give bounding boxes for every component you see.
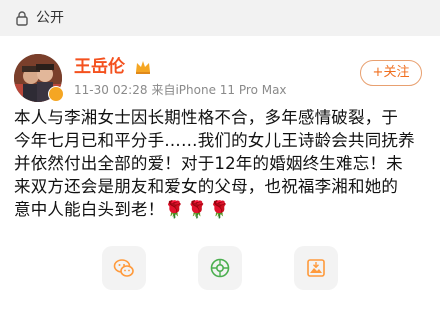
post-source: 来自iPhone 11 Pro Max	[151, 83, 287, 97]
crown-icon	[136, 61, 150, 74]
post-line: 来双方还会是朋友和爱女的父母，也祝福李湘和她的	[14, 177, 399, 196]
post-date: 11-30	[74, 83, 109, 97]
post-line: 并依然付出全部的爱！对于12年的婚姻终生难忘！未	[14, 154, 403, 173]
post-line-last: 意中人能白头到老！🌹🌹🌹	[14, 198, 426, 221]
post-line-text: 意中人能白头到老！	[14, 200, 165, 219]
save-image-icon	[307, 259, 325, 277]
share-wechat-button[interactable]	[102, 246, 146, 290]
follow-button[interactable]: +关注	[360, 60, 422, 86]
rose-emoji: 🌹🌹🌹	[164, 200, 232, 219]
moments-icon	[210, 258, 230, 278]
lock-icon	[16, 11, 28, 26]
post-meta: 11-30 02:28 来自iPhone 11 Pro Max	[74, 82, 291, 98]
post-line: 今年七月已和平分手……我们的女儿王诗龄会共同抚养	[14, 131, 415, 150]
visibility-label: 公开	[36, 10, 64, 26]
visibility-bar: 公开	[0, 0, 440, 36]
share-moments-button[interactable]	[198, 246, 242, 290]
post-time: 02:28	[112, 83, 148, 97]
save-image-button[interactable]	[294, 246, 338, 290]
author-name[interactable]: 王岳伦	[74, 56, 125, 78]
wechat-icon	[113, 259, 134, 277]
verified-badge-icon	[48, 86, 64, 102]
post-content: 本人与李湘女士因长期性格不合，多年感情破裂，于 今年七月已和平分手……我们的女儿…	[14, 106, 426, 221]
post-line: 本人与李湘女士因长期性格不合，多年感情破裂，于	[14, 108, 399, 127]
